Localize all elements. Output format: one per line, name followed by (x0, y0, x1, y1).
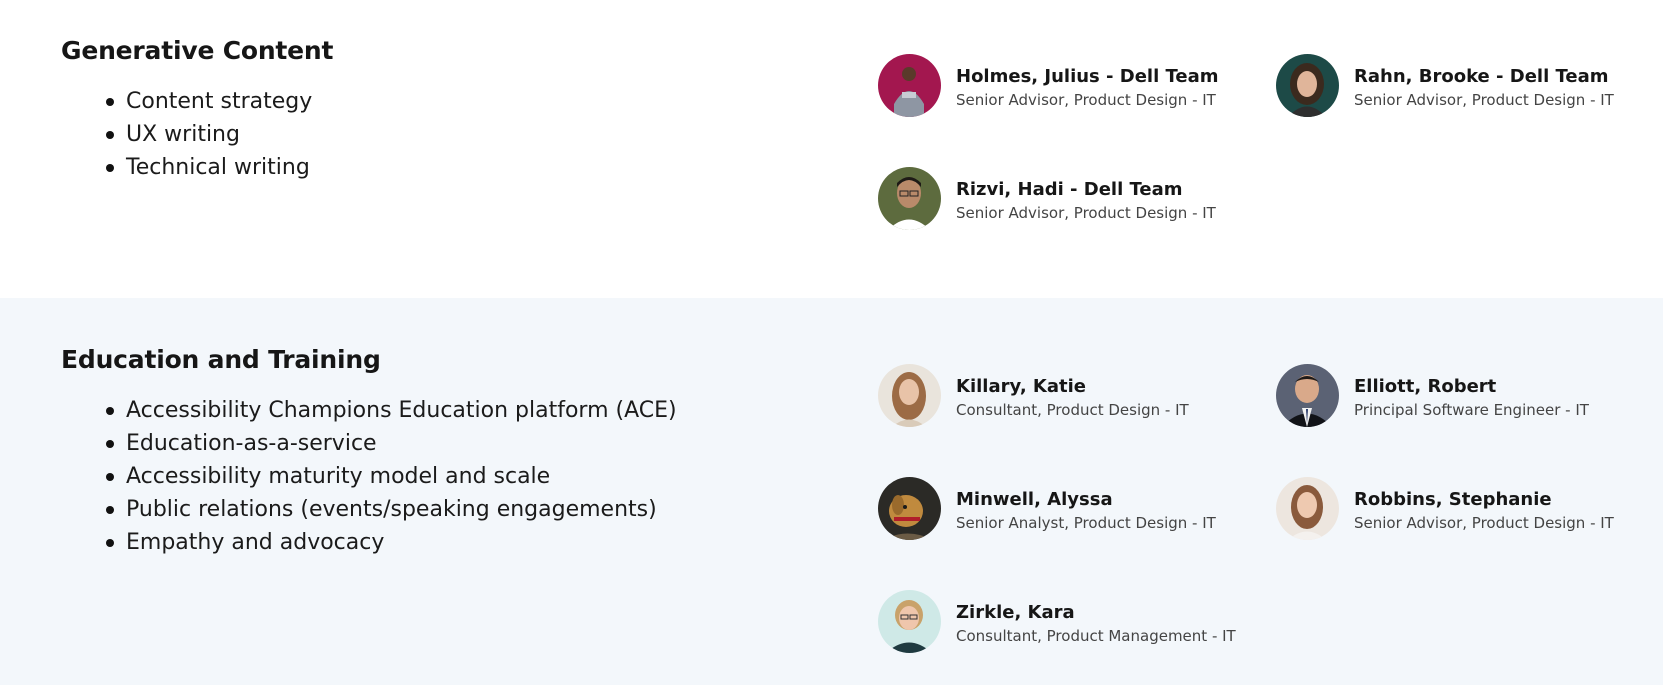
topic-list: Accessibility Champions Education platfo… (104, 394, 677, 559)
person-job-title: Senior Advisor, Product Design - IT (956, 204, 1216, 222)
person-card-robbins[interactable]: Robbins, Stephanie Senior Advisor, Produ… (1276, 477, 1656, 541)
topic-item: Education-as-a-service (104, 427, 677, 460)
person-card-zirkle[interactable]: Zirkle, Kara Consultant, Product Managem… (878, 590, 1258, 654)
person-name: Robbins, Stephanie (1354, 489, 1552, 510)
avatar (878, 477, 941, 540)
section-generative-content: Generative Content Content strategy UX w… (0, 0, 1663, 298)
avatar (878, 167, 941, 230)
section-title: Generative Content (61, 36, 334, 65)
person-name: Holmes, Julius - Dell Team (956, 66, 1219, 87)
topic-item: Content strategy (104, 85, 312, 118)
person-name: Rizvi, Hadi - Dell Team (956, 179, 1183, 200)
topic-list: Content strategy UX writing Technical wr… (104, 85, 312, 184)
avatar (1276, 364, 1339, 427)
topic-item: Public relations (events/speaking engage… (104, 493, 677, 526)
person-name: Killary, Katie (956, 376, 1086, 397)
topic-item: UX writing (104, 118, 312, 151)
avatar (878, 364, 941, 427)
avatar (878, 590, 941, 653)
person-job-title: Senior Advisor, Product Design - IT (1354, 514, 1614, 532)
person-name: Elliott, Robert (1354, 376, 1497, 397)
section-education-training: Education and Training Accessibility Cha… (0, 298, 1663, 685)
section-title: Education and Training (61, 345, 381, 374)
person-card-elliott[interactable]: Elliott, Robert Principal Software Engin… (1276, 364, 1656, 428)
person-name: Zirkle, Kara (956, 602, 1075, 623)
person-job-title: Senior Advisor, Product Design - IT (1354, 91, 1614, 109)
topic-item: Technical writing (104, 151, 312, 184)
person-card-minwell[interactable]: Minwell, Alyssa Senior Analyst, Product … (878, 477, 1258, 541)
avatar (1276, 54, 1339, 117)
person-job-title: Consultant, Product Design - IT (956, 401, 1189, 419)
person-job-title: Senior Advisor, Product Design - IT (956, 91, 1216, 109)
person-job-title: Consultant, Product Management - IT (956, 627, 1236, 645)
topic-item: Empathy and advocacy (104, 526, 677, 559)
topic-item: Accessibility Champions Education platfo… (104, 394, 677, 427)
person-card-rahn[interactable]: Rahn, Brooke - Dell Team Senior Advisor,… (1276, 54, 1656, 118)
person-name: Minwell, Alyssa (956, 489, 1113, 510)
avatar (1276, 477, 1339, 540)
person-name: Rahn, Brooke - Dell Team (1354, 66, 1609, 87)
avatar (878, 54, 941, 117)
person-card-rizvi[interactable]: Rizvi, Hadi - Dell Team Senior Advisor, … (878, 167, 1258, 231)
person-job-title: Senior Analyst, Product Design - IT (956, 514, 1216, 532)
person-card-killary[interactable]: Killary, Katie Consultant, Product Desig… (878, 364, 1258, 428)
person-card-holmes[interactable]: Holmes, Julius - Dell Team Senior Adviso… (878, 54, 1258, 118)
person-job-title: Principal Software Engineer - IT (1354, 401, 1589, 419)
topic-item: Accessibility maturity model and scale (104, 460, 677, 493)
